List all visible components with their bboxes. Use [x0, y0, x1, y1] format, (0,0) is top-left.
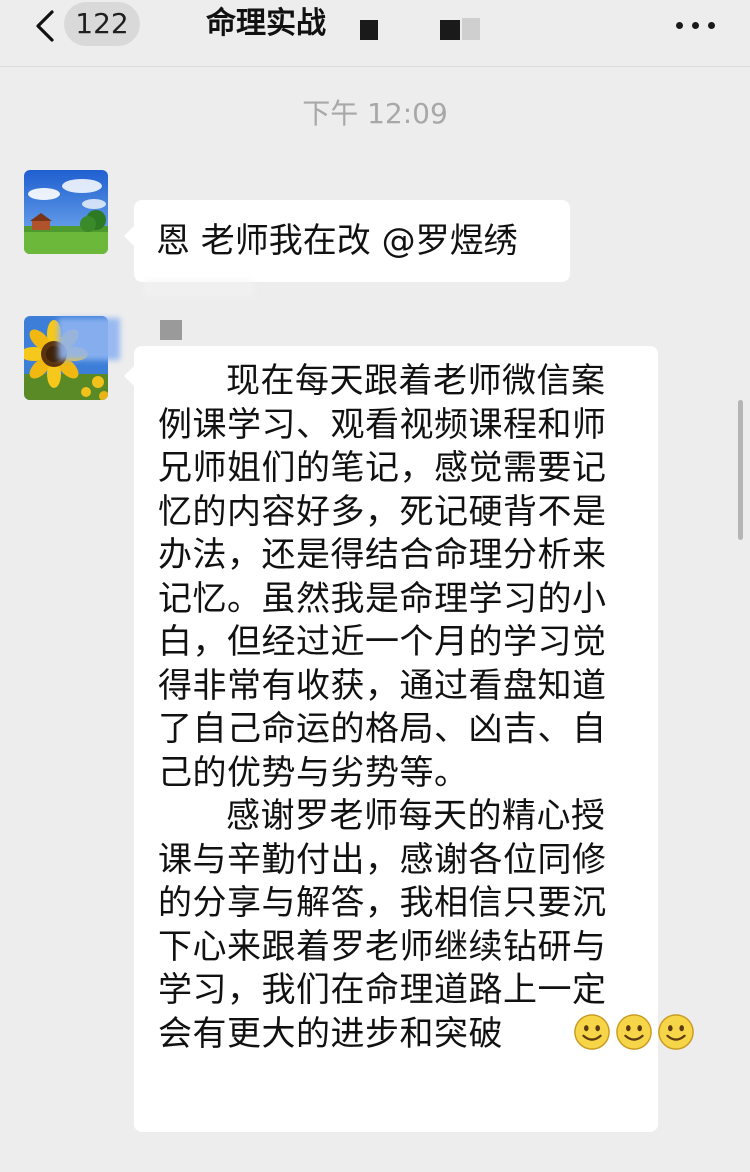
- scrollbar[interactable]: [738, 400, 743, 540]
- chevron-left-icon: [36, 10, 54, 42]
- landscape-avatar[interactable]: [24, 170, 108, 254]
- message-paragraph: 感谢罗老师每天的精心授课与辛勤付出，感谢各位同修的分享与解答，我相信只要沉下心来…: [158, 795, 694, 1056]
- emoji-group: [503, 1013, 694, 1054]
- more-button[interactable]: [672, 8, 718, 42]
- chat-header: 122 命理实战: [0, 0, 750, 67]
- back-button[interactable]: [28, 6, 68, 46]
- more-dot-icon: [676, 22, 683, 29]
- redaction-blur: [58, 318, 120, 360]
- smile-emoji-icon: [589, 1013, 694, 1051]
- message-paragraph: 现在每天跟着老师微信案例课学习、观看视频课程和师兄师姐们的笔记，感觉需要记忆的内…: [158, 361, 607, 793]
- redaction-mark: [462, 18, 480, 40]
- message-bubble[interactable]: 现在每天跟着老师微信案例课学习、观看视频课程和师兄师姐们的笔记，感觉需要记忆的内…: [124, 346, 694, 1132]
- smile-emoji-icon: [547, 1013, 652, 1051]
- message-bubble[interactable]: 恩 老师我在改 @罗煜绣: [124, 200, 570, 282]
- more-dot-icon: [708, 22, 715, 29]
- smile-emoji-icon: [505, 1013, 610, 1051]
- message-timestamp: 下午 12:09: [302, 97, 448, 130]
- chat-title[interactable]: 命理实战: [206, 4, 326, 44]
- redaction-mark: [360, 20, 378, 40]
- redaction-mark: [440, 20, 460, 40]
- more-dot-icon: [692, 22, 699, 29]
- unread-count-badge[interactable]: 122: [64, 2, 140, 46]
- sender-name-redaction: [160, 320, 182, 340]
